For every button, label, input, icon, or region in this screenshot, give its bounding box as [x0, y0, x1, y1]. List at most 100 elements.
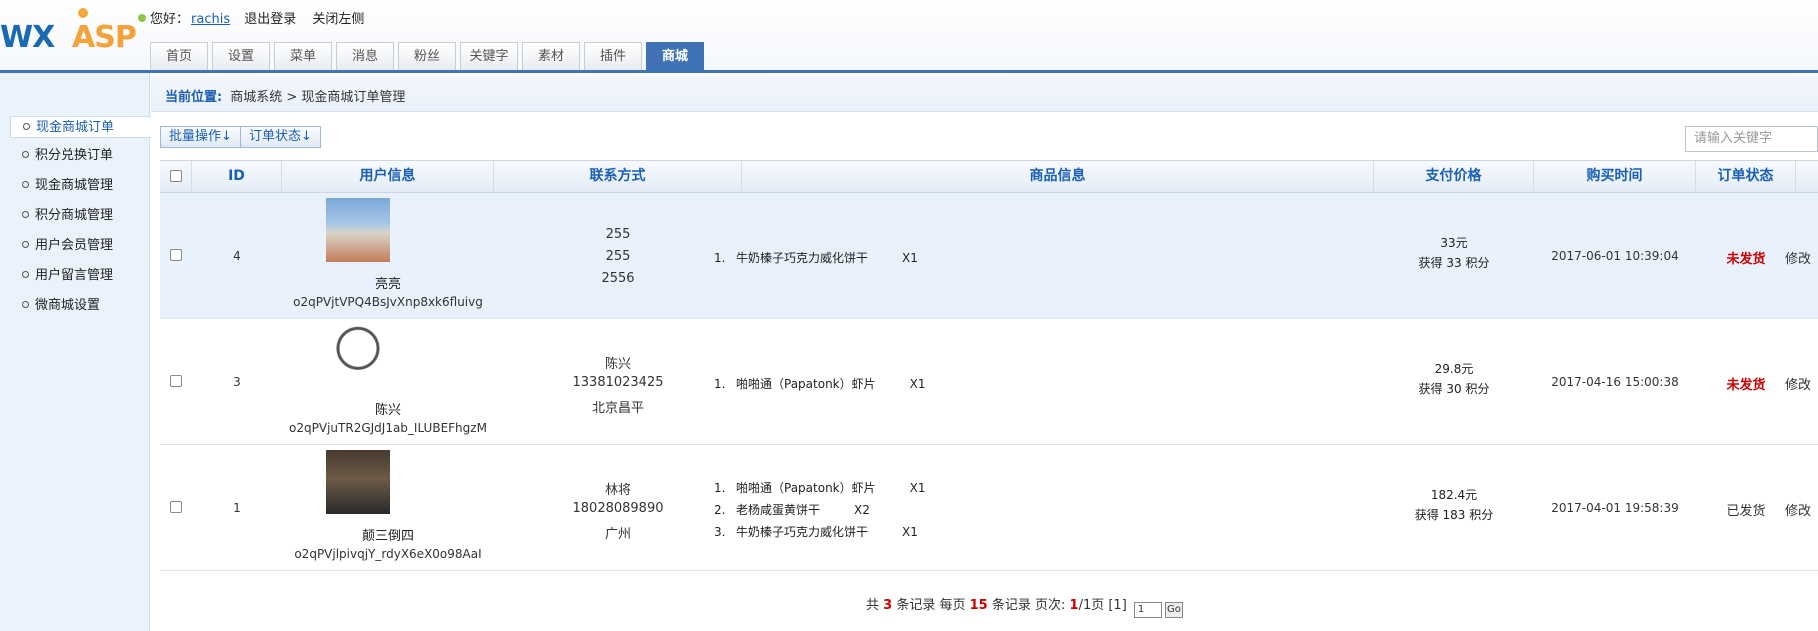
bullet-icon [22, 181, 29, 188]
order-id: 3 [233, 375, 241, 389]
select-all-cell [160, 161, 192, 192]
user-avatar [326, 198, 390, 262]
points-earned: 获得 33 积分 [1418, 256, 1490, 270]
batch-actions-button[interactable]: 批量操作↓ [160, 126, 241, 148]
logo-figure-icon [78, 8, 88, 18]
sidebar-item-label: 用户会员管理 [35, 238, 114, 253]
table-header: ID 用户信息 联系方式 商品信息 支付价格 购买时间 订单状态 管 [160, 160, 1818, 193]
sidebar-item-label: 用户留言管理 [35, 268, 114, 283]
bullet-icon [22, 151, 29, 158]
contact-line: 255 [605, 249, 631, 264]
user-name: 颠三倒四 [361, 529, 414, 544]
greeting-prefix: 您好： [150, 12, 190, 27]
goods-index: 3. [714, 525, 726, 539]
pagination: 共 3 条记录 每页 15 条记录 页次: 1/1页 [1] 1 Go [866, 594, 1183, 618]
goods-item: 1. 牛奶榛子巧克力威化饼干 X1 [714, 249, 918, 266]
wxasp-logo: WX ASP [0, 8, 150, 64]
contact-line: 13381023425 [572, 375, 664, 390]
pager-text: 条记录 页次: [991, 598, 1066, 613]
logo-figure-icon [138, 14, 146, 22]
sidebar-item-points-orders[interactable]: 积分兑换订单 [22, 145, 113, 167]
tab-messages[interactable]: 消息 [336, 42, 394, 70]
page-number-input[interactable]: 1 [1133, 602, 1162, 618]
goods-name: 啪啪通（Papatonk）虾片 [736, 377, 876, 391]
logo-wx-text: WX [0, 20, 55, 55]
order-id: 1 [233, 501, 241, 515]
table-row: 4 亮亮 o2qPVjtVPQ4BsJvXnp8xk6fluivg 255 25… [160, 193, 1818, 319]
goods-qty: X1 [902, 525, 918, 539]
close-left-link[interactable]: 关闭左侧 [312, 12, 364, 27]
total-records: 3 [883, 598, 893, 613]
breadcrumb: 当前位置: 商城系统 > 现金商城订单管理 [165, 86, 405, 105]
sidebar-item-mall-settings[interactable]: 微商城设置 [22, 295, 100, 317]
sidebar-item-messages[interactable]: 用户留言管理 [22, 265, 113, 287]
status-badge: 已发货 [1726, 504, 1766, 519]
col-goods-info: 商品信息 [742, 161, 1374, 192]
sidebar: 现金商城订单 积分兑换订单 现金商城管理 积分商城管理 用户会员管理 用户留言管… [0, 73, 151, 631]
tab-keywords[interactable]: 关键字 [460, 42, 518, 70]
tab-materials[interactable]: 素材 [522, 42, 580, 70]
goods-qty: X1 [909, 377, 926, 391]
purchase-time: 2017-04-16 15:00:38 [1551, 375, 1679, 389]
row-checkbox[interactable] [170, 501, 182, 513]
sidebar-item-points-mall[interactable]: 积分商城管理 [22, 205, 113, 227]
goods-item: 1. 啪啪通（Papatonk）虾片 X1 [714, 479, 925, 496]
bullet-icon [22, 241, 29, 248]
breadcrumb-label: 当前位置: [165, 90, 223, 105]
edit-link[interactable]: 修改 [1785, 248, 1811, 267]
contact-line: 255 [605, 227, 631, 242]
pay-price: 33元 [1440, 236, 1468, 250]
goods-name: 牛奶榛子巧克力威化饼干 [736, 251, 869, 265]
tab-plugins[interactable]: 插件 [584, 42, 642, 70]
goods-item: 1. 啪啪通（Papatonk）虾片 X1 [714, 375, 925, 392]
breadcrumb-bar: 当前位置: 商城系统 > 现金商城订单管理 [151, 76, 1818, 112]
status-badge: 未发货 [1726, 252, 1766, 267]
tab-mall[interactable]: 商城 [646, 42, 704, 70]
sidebar-item-members[interactable]: 用户会员管理 [22, 235, 113, 257]
order-status-filter-button[interactable]: 订单状态↓ [240, 126, 321, 148]
sidebar-item-label: 现金商城管理 [35, 178, 114, 193]
col-manage: 管 [1796, 161, 1818, 192]
current-page: 1 [1069, 598, 1079, 613]
sidebar-item-label: 积分商城管理 [35, 208, 114, 223]
user-name: 亮亮 [374, 277, 401, 292]
search-input[interactable]: 请输入关键字 [1685, 126, 1818, 152]
contact-line: 18028089890 [572, 501, 664, 516]
tab-settings[interactable]: 设置 [212, 42, 270, 70]
edit-link[interactable]: 修改 [1785, 374, 1811, 393]
sidebar-item-label: 积分兑换订单 [35, 148, 114, 163]
tab-menu[interactable]: 菜单 [274, 42, 332, 70]
breadcrumb-path: 商城系统 > 现金商城订单管理 [230, 90, 406, 105]
points-earned: 获得 30 积分 [1418, 382, 1490, 396]
goods-index: 1. [714, 481, 726, 495]
table-row: 3 陈兴 o2qPVjuTR2GJdJ1ab_ILUBEFhgzM 陈兴 133… [160, 319, 1818, 445]
user-openid: o2qPVjuTR2GJdJ1ab_ILUBEFhgzM [289, 421, 487, 435]
username-link[interactable]: rachis [191, 12, 230, 27]
user-name: 陈兴 [374, 403, 401, 418]
row-checkbox[interactable] [170, 249, 182, 261]
logo-asp-text: ASP [72, 20, 137, 55]
sidebar-item-cash-mall[interactable]: 现金商城管理 [22, 175, 113, 197]
edit-link[interactable]: 修改 [1785, 500, 1811, 519]
contact-line: 北京昌平 [591, 401, 644, 416]
select-all-checkbox[interactable] [169, 170, 182, 182]
points-earned: 获得 183 积分 [1414, 508, 1494, 522]
table-row: 1 颠三倒四 o2qPVjlpivqjY_rdyX6eX0o98AaI 林将 1… [160, 445, 1818, 571]
col-user-info: 用户信息 [282, 161, 494, 192]
contact-line: 2556 [601, 271, 635, 286]
user-openid: o2qPVjlpivqjY_rdyX6eX0o98AaI [294, 547, 482, 561]
pager-text: 共 [866, 598, 880, 613]
status-badge: 未发货 [1726, 378, 1766, 393]
sidebar-item-label: 现金商城订单 [36, 120, 115, 135]
tab-fans[interactable]: 粉丝 [398, 42, 456, 70]
user-avatar [326, 324, 390, 388]
tab-home[interactable]: 首页 [150, 42, 208, 70]
go-button[interactable]: Go [1164, 602, 1183, 618]
sidebar-item-cash-orders[interactable]: 现金商城订单 [10, 116, 151, 138]
row-checkbox[interactable] [170, 375, 182, 387]
logout-link[interactable]: 退出登录 [244, 12, 296, 27]
header: WX ASP 您好： rachis 退出登录 关闭左侧 首页 设置 菜单 消息 粉… [0, 0, 1818, 73]
purchase-time: 2017-04-01 19:58:39 [1551, 501, 1679, 515]
goods-item: 2. 老杨咸蛋黄饼干 X2 [714, 501, 870, 518]
col-purchase-time: 购买时间 [1534, 161, 1696, 192]
